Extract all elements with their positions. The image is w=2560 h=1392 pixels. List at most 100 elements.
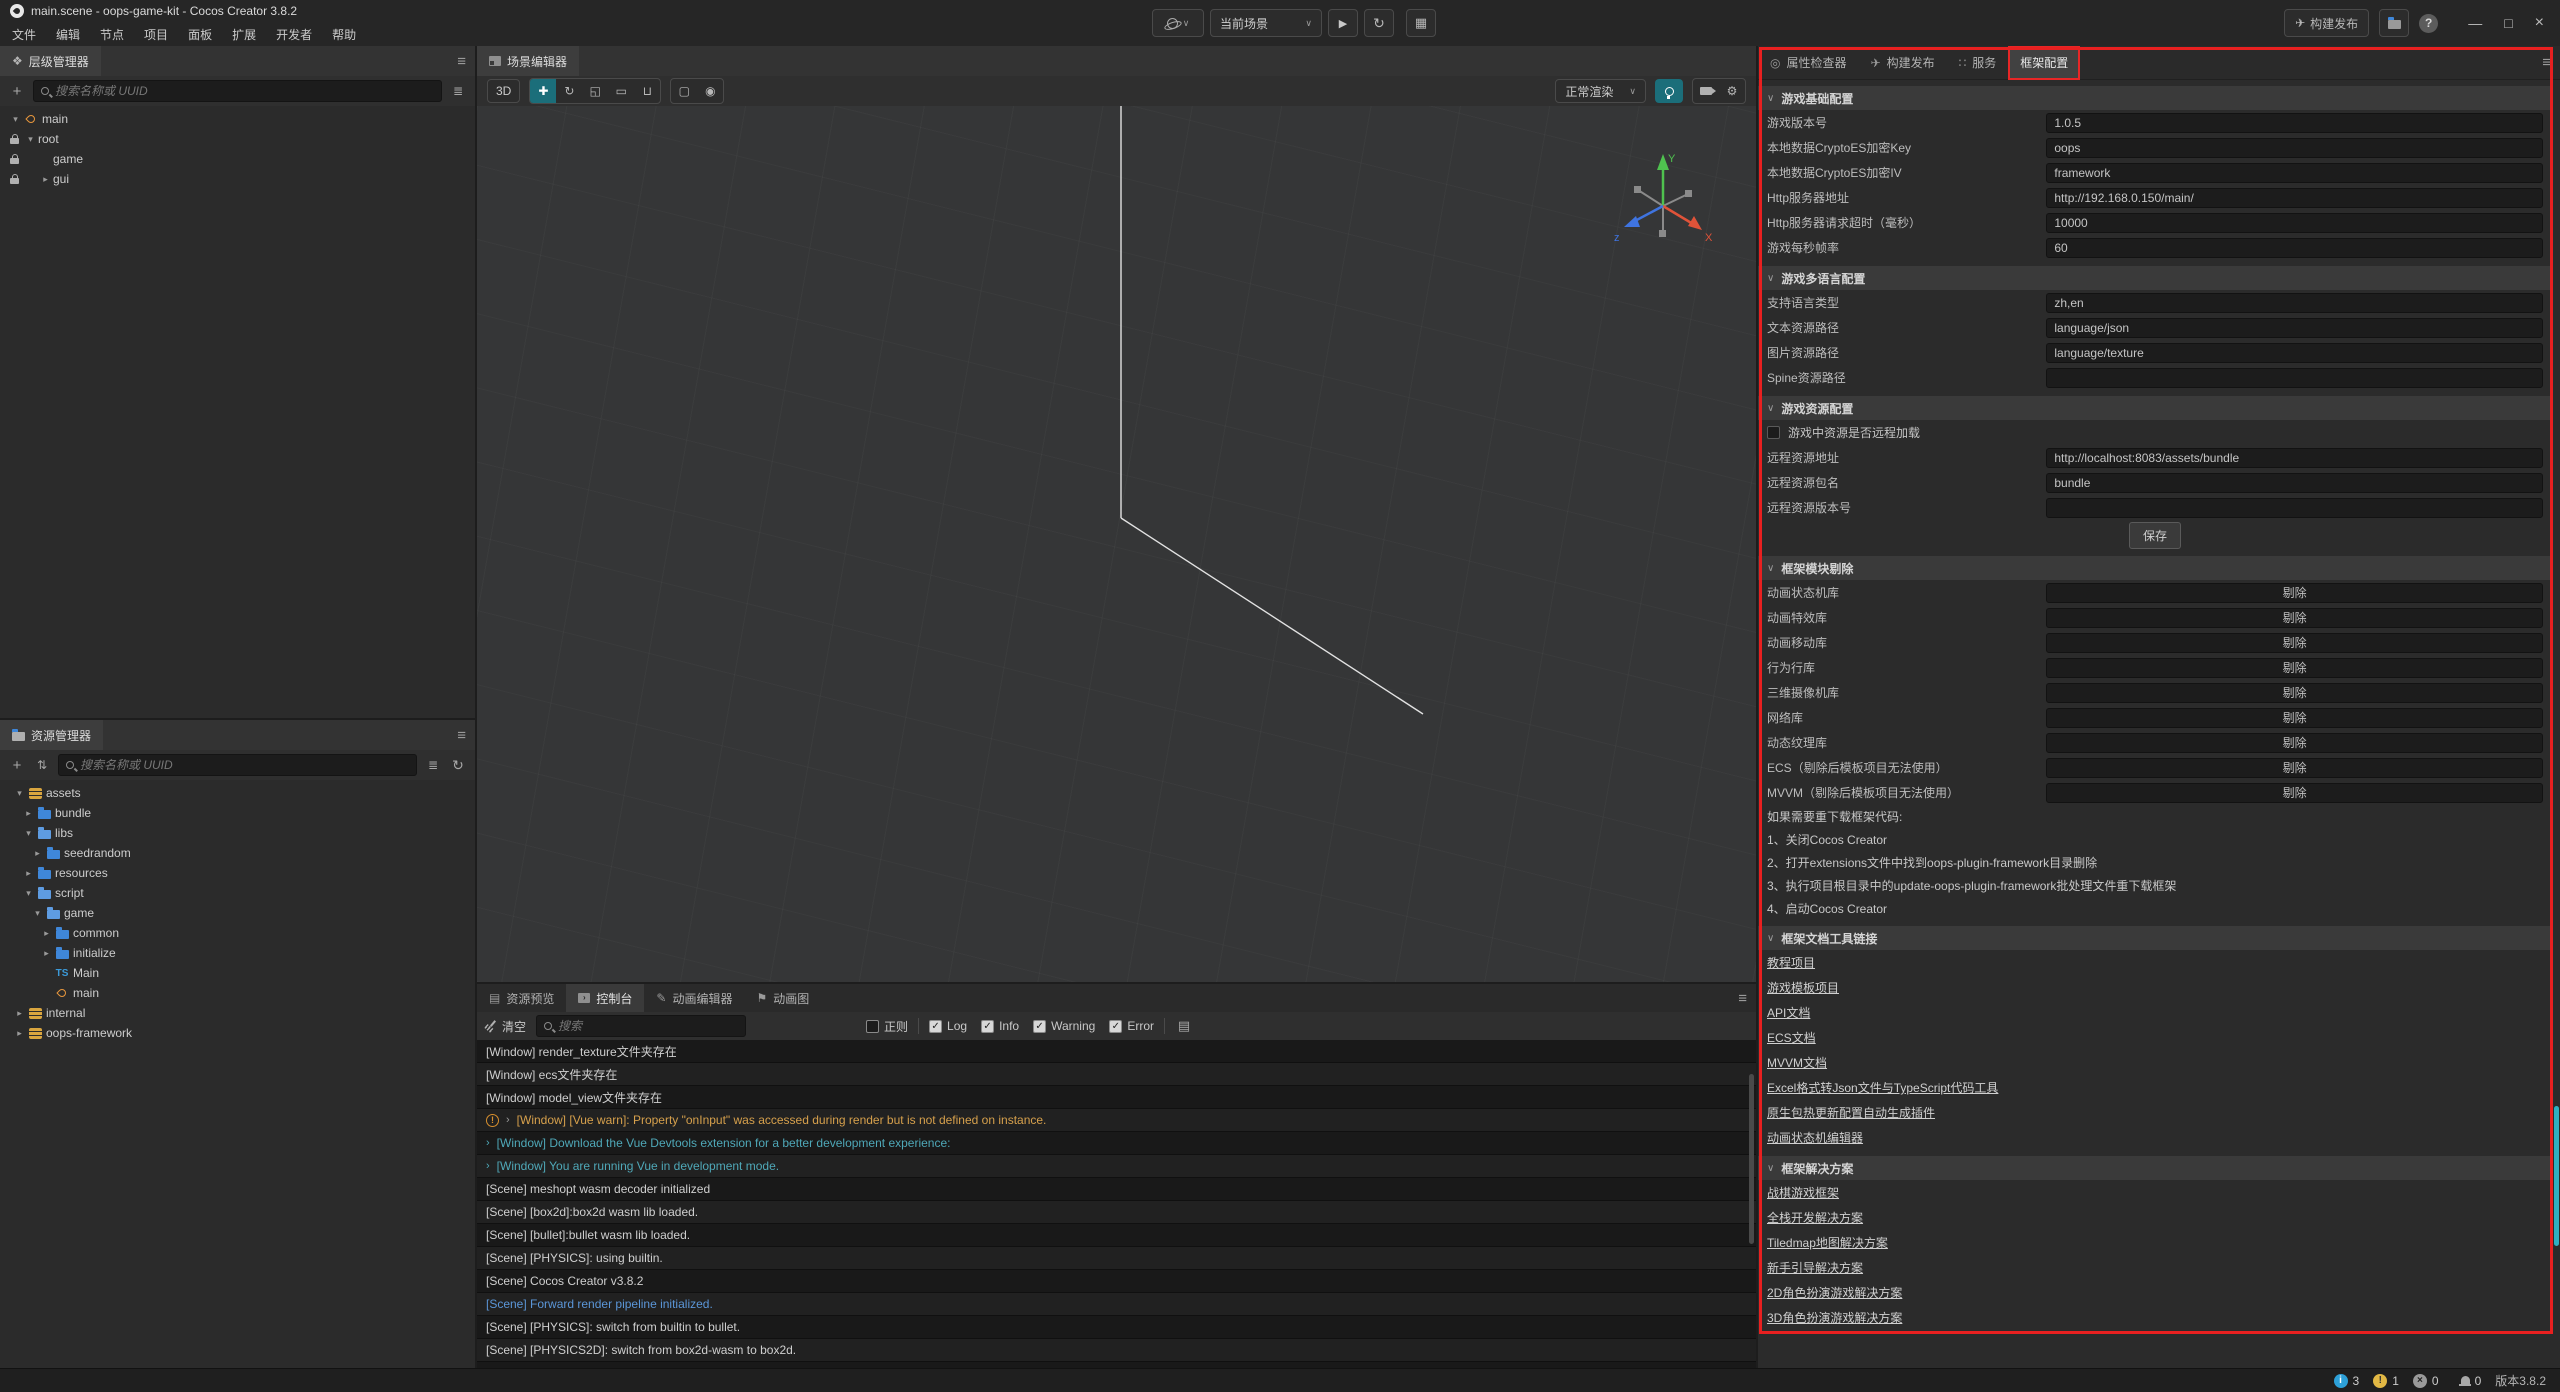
expand-chevron-icon[interactable]: › [486, 1137, 490, 1149]
asset-node[interactable]: ▾libs [0, 823, 475, 843]
inspector-tab-1[interactable]: ✈构建发布 [1859, 46, 1947, 80]
filter-error-checkbox[interactable]: ✓Error [1109, 1019, 1154, 1033]
tree-chevron-icon[interactable]: ▾ [21, 888, 36, 899]
doc-link[interactable]: 新手引导解决方案 [1767, 1259, 1863, 1276]
close-button[interactable]: × [2529, 14, 2550, 32]
section-header[interactable]: ∨框架解决方案 [1758, 1156, 2552, 1180]
doc-link[interactable]: 3D角色扮演游戏解决方案 [1767, 1309, 1902, 1326]
menu-item-0[interactable]: 文件 [2, 26, 46, 43]
menu-item-3[interactable]: 项目 [134, 26, 178, 43]
asset-node[interactable]: ▾assets [0, 783, 475, 803]
field-input[interactable] [2046, 318, 2543, 338]
pivot-toggle-icon[interactable]: ▢ [671, 79, 697, 103]
filter-icon[interactable]: ≣ [424, 758, 442, 772]
doc-link[interactable]: 原生包热更新配置自动生成插件 [1767, 1104, 1935, 1121]
menu-item-2[interactable]: 节点 [90, 26, 134, 43]
add-node-button[interactable]: + [8, 83, 26, 100]
assets-search-input[interactable] [80, 758, 409, 772]
tree-chevron-icon[interactable]: ▸ [12, 1008, 27, 1019]
rect-tool-icon[interactable]: ▭ [608, 79, 634, 103]
gear-icon[interactable]: ⚙ [1719, 79, 1745, 103]
tab-hierarchy[interactable]: ❖ 层级管理器 [0, 46, 101, 76]
regex-checkbox[interactable]: 正则 [866, 1018, 908, 1035]
log-row[interactable]: [Scene] [bullet]:bullet wasm lib loaded. [477, 1224, 1756, 1247]
hierarchy-node[interactable]: ▾root [0, 129, 475, 149]
scene-viewport[interactable]: Y X z [477, 106, 1756, 982]
field-input[interactable] [2046, 188, 2543, 208]
field-input[interactable] [2046, 138, 2543, 158]
expand-chevron-icon[interactable]: › [506, 1114, 510, 1126]
menu-item-4[interactable]: 面板 [178, 26, 222, 43]
remove-module-button[interactable]: 剔除 [2046, 608, 2543, 628]
asset-node[interactable]: ▸internal [0, 1003, 475, 1023]
field-input[interactable] [2046, 448, 2543, 468]
doc-link[interactable]: Excel格式转Json文件与TypeScript代码工具 [1767, 1079, 1998, 1096]
field-input[interactable] [2046, 163, 2543, 183]
sort-icon[interactable]: ⇅ [33, 758, 51, 772]
asset-node[interactable]: ▸resources [0, 863, 475, 883]
doc-link[interactable]: 全栈开发解决方案 [1767, 1209, 1863, 1226]
menu-item-5[interactable]: 扩展 [222, 26, 266, 43]
field-input[interactable] [2046, 343, 2543, 363]
asset-node[interactable]: ▸oops-framework [0, 1023, 475, 1043]
log-row[interactable]: [Scene] [PHYSICS]: switch from builtin t… [477, 1316, 1756, 1339]
log-row[interactable]: ›[Window] Download the Vue Devtools exte… [477, 1132, 1756, 1155]
hierarchy-search[interactable] [33, 80, 442, 102]
camera-icon[interactable] [1693, 79, 1719, 103]
field-input[interactable] [2046, 113, 2543, 133]
preview-qr-button[interactable]: ▦ [1406, 9, 1436, 37]
panel-menu-icon[interactable]: ≡ [1738, 990, 1747, 1007]
doc-link[interactable]: 动画状态机编辑器 [1767, 1129, 1863, 1146]
tree-chevron-icon[interactable]: ▸ [39, 948, 54, 959]
field-input[interactable] [2046, 238, 2543, 258]
orientation-gizmo[interactable]: Y X z [1608, 146, 1718, 256]
tree-chevron-icon[interactable]: ▾ [12, 788, 27, 799]
save-button[interactable]: 保存 [2129, 522, 2181, 549]
doc-link[interactable]: MVVM文档 [1767, 1054, 1827, 1071]
asset-node[interactable]: ▾script [0, 883, 475, 903]
section-header[interactable]: ∨框架模块剔除 [1758, 556, 2552, 580]
scene-select-dropdown[interactable]: 当前场景 ∨ [1210, 9, 1322, 37]
assets-search[interactable] [58, 754, 417, 776]
doc-link[interactable]: 教程项目 [1767, 954, 1815, 971]
console-tab-3[interactable]: ⚑动画图 [744, 984, 821, 1012]
log-file-icon[interactable]: ▤ [1175, 1018, 1193, 1034]
console-tab-1[interactable]: ›控制台 [566, 984, 644, 1012]
minimize-button[interactable]: — [2462, 15, 2488, 31]
scale-tool-icon[interactable]: ◱ [582, 79, 608, 103]
hierarchy-node[interactable]: game [0, 149, 475, 169]
restart-button[interactable]: ↻ [1364, 9, 1394, 37]
build-publish-button[interactable]: ✈ 构建发布 [2284, 9, 2369, 37]
console-tab-0[interactable]: ▤资源预览 [477, 984, 566, 1012]
log-row[interactable]: [Scene] Cocos Creator v3.8.2 [477, 1270, 1756, 1293]
menu-item-1[interactable]: 编辑 [46, 26, 90, 43]
add-asset-button[interactable]: + [8, 757, 26, 774]
tree-chevron-icon[interactable]: ▾ [30, 908, 45, 919]
open-project-folder-button[interactable] [2379, 9, 2409, 37]
log-row[interactable]: !›[Window] [Vue warn]: Property "onInput… [477, 1109, 1756, 1132]
mode-3d-button[interactable]: 3D [487, 79, 520, 103]
lighting-toggle-button[interactable] [1655, 79, 1683, 103]
remove-module-button[interactable]: 剔除 [2046, 783, 2543, 803]
doc-link[interactable]: 战棋游戏框架 [1767, 1184, 1839, 1201]
expand-chevron-icon[interactable]: › [486, 1160, 490, 1172]
doc-link[interactable]: 游戏模板项目 [1767, 979, 1839, 996]
notification-badge[interactable]: 0 [2461, 1374, 2482, 1388]
remove-module-button[interactable]: 剔除 [2046, 683, 2543, 703]
info-count-badge[interactable]: i 3 [2334, 1374, 2360, 1388]
asset-node[interactable]: ▸common [0, 923, 475, 943]
asset-node[interactable]: ▸seedrandom [0, 843, 475, 863]
help-button[interactable]: ? [2419, 14, 2438, 33]
menu-item-7[interactable]: 帮助 [322, 26, 366, 43]
checkbox-icon[interactable] [1767, 426, 1780, 439]
field-input[interactable] [2046, 368, 2543, 388]
log-row[interactable]: [Window] render_texture文件夹存在 [477, 1040, 1756, 1063]
tree-chevron-icon[interactable]: ▸ [12, 1028, 27, 1039]
remove-module-button[interactable]: 剔除 [2046, 658, 2543, 678]
tree-chevron-icon[interactable]: ▸ [39, 928, 54, 939]
tree-chevron-icon[interactable]: ▾ [8, 114, 23, 125]
console-search[interactable] [536, 1015, 746, 1037]
menu-item-6[interactable]: 开发者 [266, 26, 322, 43]
inspector-tab-3[interactable]: 框架配置 [2008, 46, 2080, 80]
inspector-tab-2[interactable]: ∷服务 [1947, 46, 2009, 80]
